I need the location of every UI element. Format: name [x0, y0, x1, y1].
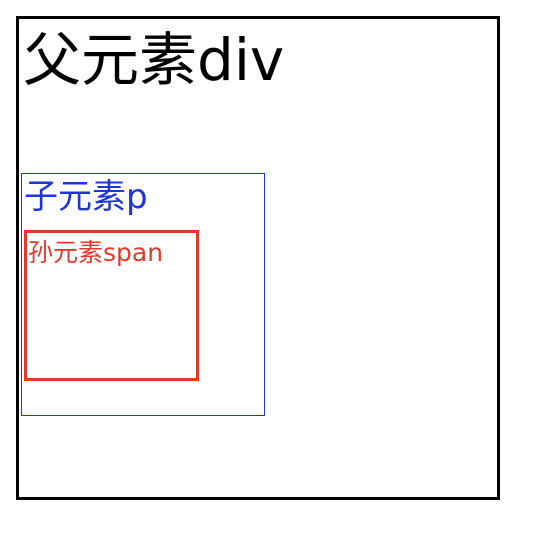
parent-div-label: 父元素div — [23, 26, 285, 94]
grandchild-span-label: 孙元素span — [28, 238, 164, 267]
parent-div-box: 父元素div 子元素p 孙元素span — [16, 16, 500, 500]
child-p-label: 子元素p — [24, 177, 148, 217]
child-p-box: 子元素p 孙元素span — [21, 173, 265, 416]
grandchild-span-box: 孙元素span — [24, 230, 199, 381]
